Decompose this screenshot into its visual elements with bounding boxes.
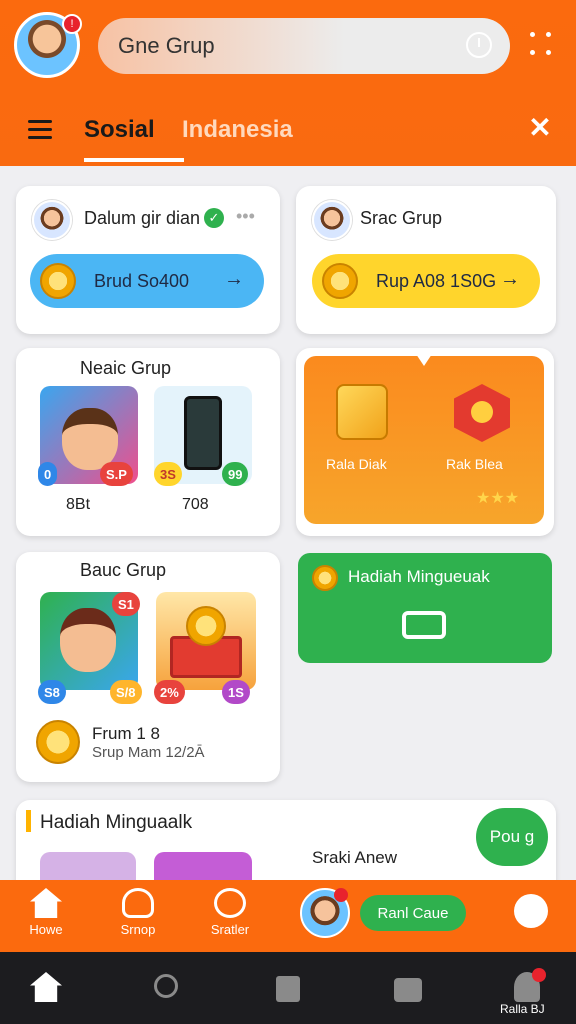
sys-corner-text: Ralla BJ	[500, 1002, 545, 1016]
home-icon	[30, 888, 62, 918]
claim-icon[interactable]	[402, 611, 446, 639]
thumb-caption: 708	[182, 496, 209, 513]
join-button-label: Brud So400	[94, 270, 190, 291]
bottom-navigation	[0, 880, 576, 952]
group-title: Srac Grup	[360, 208, 443, 228]
promo-label-left: Rala Diak	[326, 456, 387, 472]
promo-label-right: Rak Blea	[446, 456, 503, 472]
rating-stars: ★★★	[476, 490, 520, 507]
phone-icon	[184, 396, 222, 470]
nav-shop-label: Srnop	[120, 922, 156, 937]
group-title: Bauc Grup	[80, 560, 167, 580]
location-icon[interactable]	[514, 894, 548, 928]
coin-stack-icon	[36, 720, 80, 764]
more-options-icon[interactable]	[530, 32, 554, 60]
character-face	[60, 608, 116, 672]
coin-icon	[186, 606, 226, 646]
section-title: Hadiah Minguaalk	[40, 812, 193, 833]
promo-card[interactable]: Rala Diak Rak Blea ★★★	[304, 356, 544, 524]
tag-badge: S1	[112, 592, 140, 616]
search-text: Gne Grup	[118, 33, 215, 58]
sys-profile-badge	[532, 968, 546, 982]
tag-badge: 2%	[154, 680, 185, 704]
tag-badge: S/8	[110, 680, 142, 704]
nav-home[interactable]: Howe	[16, 888, 76, 937]
coin-icon	[312, 565, 338, 591]
section-accent-bar	[26, 810, 31, 832]
group-card-3[interactable]: Bauc Grup S1 S8 S/8 2% 1S Frum 1 8 Srup …	[16, 552, 280, 782]
tag-badge: 3S	[154, 462, 182, 486]
play-button[interactable]: Pou g	[476, 808, 548, 866]
news-group-card[interactable]: Neaic Grup 0 S.P 3S 99 8Bt 708	[16, 348, 280, 536]
nav-stats-label: Sratler	[210, 922, 250, 937]
tag-badge: S8	[38, 680, 66, 704]
gear-core	[471, 401, 493, 423]
play-button-label: Pou g	[489, 827, 535, 846]
section-side-text: Sraki Anew	[312, 848, 398, 867]
group-avatar	[312, 200, 352, 240]
nav-shop[interactable]: Srnop	[108, 888, 168, 937]
tag-badge: S.P	[100, 462, 133, 486]
group-card-2[interactable]: Srac Grup Rup A08 1S0G →	[296, 186, 556, 334]
coin-icon	[322, 263, 358, 299]
character-face	[62, 408, 118, 470]
nav-avatar-badge	[334, 888, 348, 902]
action-button[interactable]: Ranl Caue	[360, 895, 466, 931]
tab-indanesia[interactable]: Indanesia	[182, 116, 293, 144]
group-caption-1: Frum 1 8	[92, 724, 161, 743]
group-title: Dalum gir dian	[84, 208, 201, 228]
group-caption-2: Srup Mam 12/2Ā	[92, 744, 205, 761]
more-icon[interactable]: •••	[236, 206, 255, 227]
tag-badge: 1S	[222, 680, 250, 704]
nav-stats[interactable]: Sratler	[200, 888, 260, 937]
gift-box-icon	[336, 384, 388, 440]
nav-home-label: Howe	[29, 922, 63, 937]
news-title: Neaic Grup	[80, 358, 172, 378]
notification-badge: !	[62, 14, 82, 34]
join-button-yellow[interactable]: Rup A08 1S0G →	[312, 254, 540, 308]
shop-icon	[122, 888, 154, 918]
reward-title: Hadiah Mingueuak	[348, 567, 490, 586]
active-tab-indicator	[84, 158, 184, 162]
weekly-reward-card[interactable]: Hadiah Mingueuak	[298, 553, 552, 663]
sys-square-icon[interactable]	[276, 976, 300, 1002]
join-button-blue[interactable]: Brud So400 →	[30, 254, 264, 308]
treasure-thumbnail[interactable]	[156, 592, 256, 690]
action-button-label: Ranl Caue	[377, 904, 449, 922]
coin-icon	[40, 263, 76, 299]
search-bar[interactable]: Gne Grup	[98, 18, 510, 74]
stats-icon	[214, 888, 246, 918]
join-button-label: Rup A08 1S0G	[376, 270, 497, 291]
sys-thumb-icon[interactable]	[394, 978, 422, 1002]
group-avatar	[32, 200, 72, 240]
close-icon[interactable]: ✕	[526, 114, 554, 142]
group-card-1[interactable]: Dalum gir dian ✓ ••• Brud So400 →	[16, 186, 280, 334]
thumb-caption: 8Bt	[66, 496, 91, 513]
arrow-right-icon: →	[500, 268, 520, 290]
verified-icon: ✓	[204, 208, 224, 228]
tag-badge: 0	[38, 462, 58, 486]
arrow-right-icon: →	[224, 268, 244, 290]
sys-search-icon[interactable]	[154, 974, 178, 998]
hamburger-menu-icon[interactable]	[28, 120, 52, 140]
tab-sosial[interactable]: Sosial	[84, 116, 155, 144]
clock-icon[interactable]	[466, 32, 492, 58]
tag-badge: 99	[222, 462, 249, 486]
